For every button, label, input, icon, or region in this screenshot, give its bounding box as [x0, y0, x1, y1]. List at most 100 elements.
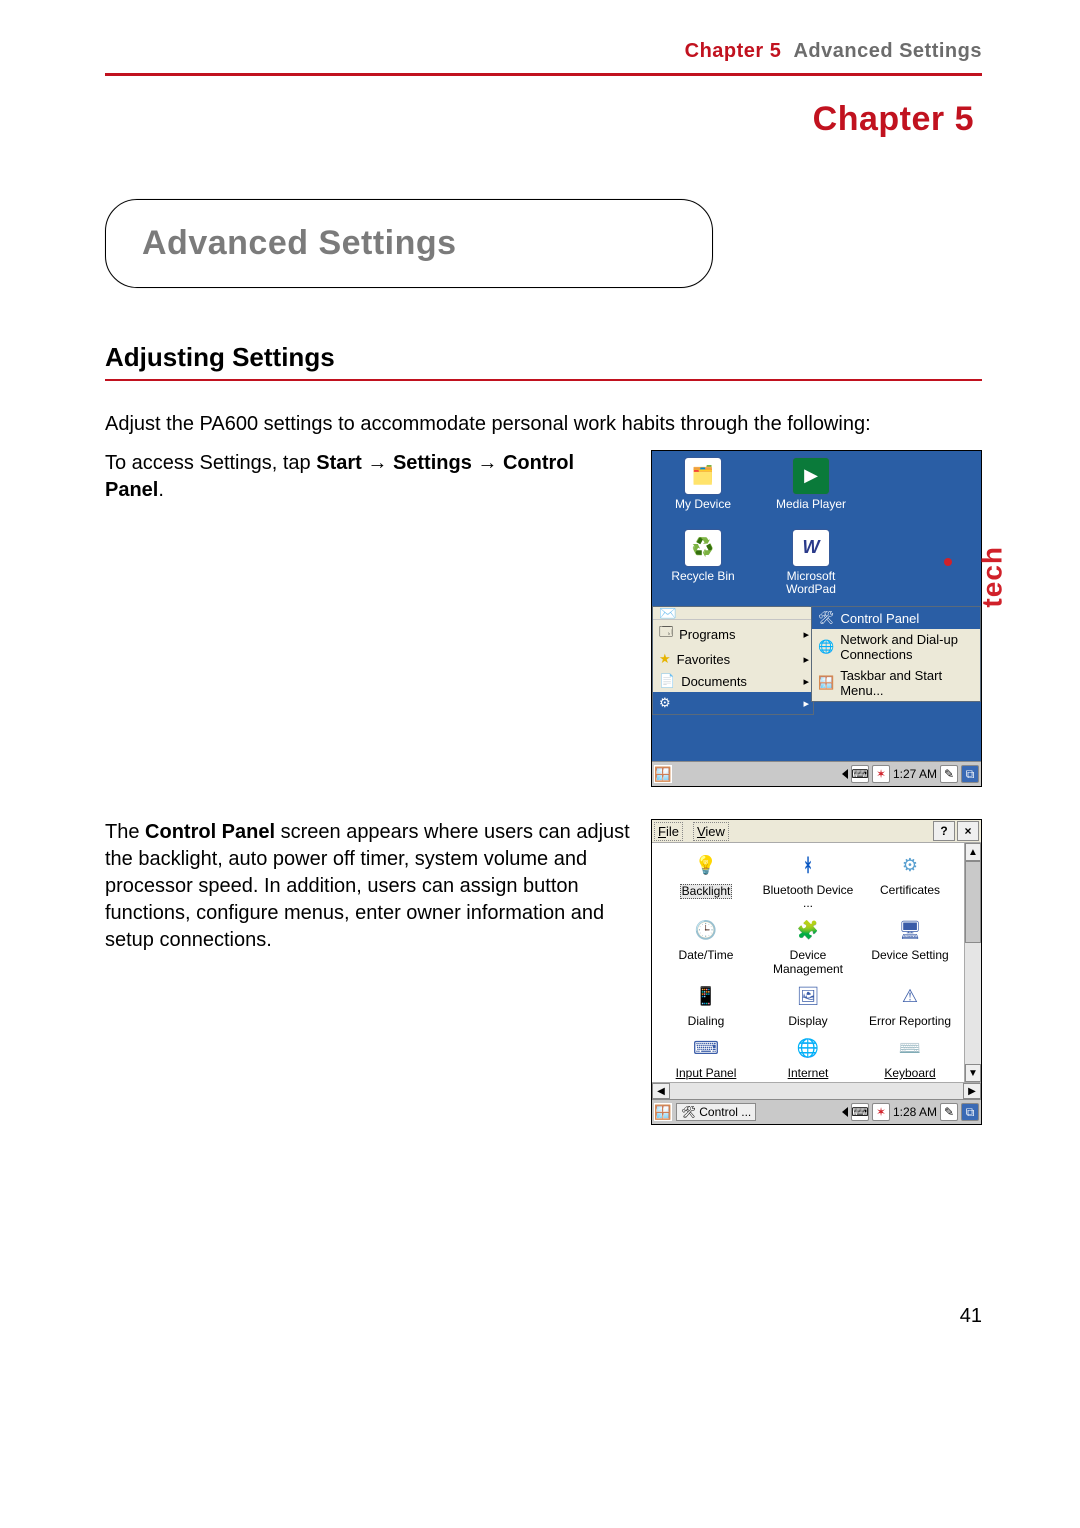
cp-datetime-label: Date/Time	[679, 948, 734, 962]
desktop-wordpad-label: Microsoft WordPad	[766, 570, 856, 596]
tray-keyboard-icon[interactable]: ⌨	[851, 765, 869, 783]
tray-signal-icon[interactable]: ✶	[872, 765, 890, 783]
bluetooth-icon: ᚼ	[791, 851, 825, 881]
cp-certificates[interactable]: ⚙ Certificates	[860, 851, 960, 910]
access-prefix: To access Settings, tap	[105, 452, 316, 474]
cp-device-management-label: Device Management	[773, 948, 843, 975]
chevron-right-icon: ▸	[803, 697, 809, 710]
control-panel-icon: 🛠	[818, 610, 835, 626]
scroll-right-button[interactable]: ▶	[963, 1083, 981, 1099]
tray-sip-icon[interactable]: ✎	[940, 1103, 958, 1121]
tray-desktop-icon[interactable]: ⧉	[961, 765, 979, 783]
start-programs[interactable]: 🗔 Programs ▸	[653, 620, 813, 648]
desktop-media-player-label: Media Player	[766, 498, 856, 511]
start-programs-label: Programs	[679, 627, 735, 642]
certificate-icon: ⚙	[893, 851, 927, 881]
access-arrow1: →	[362, 452, 393, 474]
help-button[interactable]: ?	[933, 821, 955, 841]
error-icon: ⚠	[893, 982, 927, 1012]
cp-input-panel[interactable]: ⌨ Input Panel	[656, 1034, 756, 1080]
folder-icon: 🗂️	[684, 457, 722, 495]
hscroll-track[interactable]	[670, 1083, 963, 1099]
chevron-right-icon: ▸	[803, 675, 809, 688]
device-management-icon: 🧩	[791, 916, 825, 946]
scroll-down-button[interactable]: ▼	[965, 1064, 981, 1082]
cp-display[interactable]: 🖼 Display	[758, 982, 858, 1028]
cp-system-tray: ⌨ ✶ 1:28 AM ✎ ⧉	[842, 1103, 979, 1121]
title-box: Advanced Settings	[105, 199, 713, 288]
cp-backlight-label: Backlight	[680, 884, 733, 899]
play-icon: ▶	[792, 457, 830, 495]
scroll-track[interactable]	[965, 943, 981, 1064]
start-favorites[interactable]: ★ Favorites ▸	[653, 648, 813, 670]
taskbar-time: 1:27 AM	[893, 767, 937, 781]
start-button[interactable]: 🪟	[654, 1103, 672, 1121]
desktop-area: tech 🗂️ My Device ♻️ Recycle Bin	[652, 451, 981, 761]
section-underline	[105, 379, 982, 381]
cp-error-reporting-label: Error Reporting	[869, 1014, 951, 1028]
scroll-left-button[interactable]: ◀	[652, 1083, 670, 1099]
intro-paragraph: Adjust the PA600 settings to accommodate…	[105, 411, 982, 438]
start-settings[interactable]: ⚙ ▸	[653, 692, 813, 714]
tray-sip-icon[interactable]: ✎	[940, 765, 958, 783]
flyout-taskbar[interactable]: 🪟 Taskbar and Start Menu...	[812, 665, 980, 701]
start-button[interactable]: 🪟	[654, 765, 672, 783]
cp-error-reporting[interactable]: ⚠ Error Reporting	[860, 982, 960, 1028]
cp-internet[interactable]: 🌐 Internet	[758, 1034, 858, 1080]
desktop-my-device[interactable]: 🗂️ My Device	[658, 457, 748, 511]
start-documents[interactable]: 📄 Documents ▸	[653, 670, 813, 692]
scroll-up-button[interactable]: ▲	[965, 843, 981, 861]
flyout-control-panel-label: Control Panel	[841, 611, 920, 626]
cp-bluetooth[interactable]: ᚼ Bluetooth Device ...	[758, 851, 858, 910]
flyout-network[interactable]: 🌐 Network and Dial-up Connections	[812, 629, 980, 665]
start-favorites-label: Favorites	[677, 652, 730, 667]
desktop-media-player[interactable]: ▶ Media Player	[766, 457, 856, 511]
control-panel-icon: 🛠	[681, 1105, 696, 1119]
system-tray: ⌨ ✶ 1:27 AM ✎ ⧉	[842, 765, 979, 783]
page-header: Chapter 5 Advanced Settings	[105, 40, 982, 63]
title-box-text: Advanced Settings	[142, 224, 676, 263]
cp-dialing-label: Dialing	[688, 1014, 725, 1028]
cp-backlight[interactable]: 💡 Backlight	[656, 851, 756, 910]
cp-datetime[interactable]: 🕒 Date/Time	[656, 916, 756, 975]
cp-keyboard[interactable]: ⌨️ Keyboard	[860, 1034, 960, 1080]
tray-collapse-icon[interactable]	[842, 1107, 848, 1117]
start-documents-label: Documents	[681, 674, 747, 689]
cp-grid: 💡 Backlight ᚼ Bluetooth Device ... ⚙ Cer…	[652, 843, 964, 1082]
cp-certificates-label: Certificates	[880, 883, 940, 897]
vertical-scrollbar[interactable]: ▲ ▼	[964, 843, 981, 1082]
flyout-control-panel[interactable]: 🛠 Control Panel	[812, 607, 980, 629]
keyboard-icon: ⌨️	[893, 1034, 927, 1064]
desktop-recycle-bin-label: Recycle Bin	[658, 570, 748, 583]
tray-keyboard-icon[interactable]: ⌨	[851, 1103, 869, 1121]
close-button[interactable]: ×	[957, 821, 979, 841]
menu-view[interactable]: View	[693, 822, 729, 841]
tray-collapse-icon[interactable]	[842, 769, 848, 779]
cp-body: 💡 Backlight ᚼ Bluetooth Device ... ⚙ Cer…	[652, 843, 981, 1082]
manual-page: Chapter 5 Advanced Settings Chapter 5 Ad…	[0, 0, 1080, 1368]
screenshot-start-menu: tech 🗂️ My Device ♻️ Recycle Bin	[651, 450, 982, 787]
scroll-thumb[interactable]	[965, 861, 981, 943]
chapter-heading: Chapter 5	[105, 100, 974, 139]
taskbar-icon: 🪟	[818, 675, 834, 691]
wordpad-icon: W	[792, 529, 830, 567]
tray-desktop-icon[interactable]: ⧉	[961, 1103, 979, 1121]
desktop-my-device-label: My Device	[658, 498, 748, 511]
desktop-recycle-bin[interactable]: ♻️ Recycle Bin	[658, 529, 748, 583]
header-chapter-name: Advanced Settings	[793, 40, 982, 62]
cp-device-setting[interactable]: 🖥 Device Setting	[860, 916, 960, 975]
header-rule	[105, 73, 982, 76]
taskbar-app-button[interactable]: 🛠 Control ...	[676, 1103, 756, 1121]
cp-dialing[interactable]: 📱 Dialing	[656, 982, 756, 1028]
chevron-right-icon: ▸	[803, 653, 809, 666]
horizontal-scrollbar[interactable]: ◀ ▶	[652, 1082, 981, 1099]
access-paragraph: To access Settings, tap Start → Settings…	[105, 450, 637, 504]
chevron-right-icon: ▸	[803, 628, 809, 641]
menu-file[interactable]: File	[654, 822, 683, 841]
cp-device-management[interactable]: 🧩 Device Management	[758, 916, 858, 975]
start-menu: ✉️ 🗔 Programs ▸ ★ Favorites ▸	[652, 606, 814, 715]
clock-icon: 🕒	[689, 916, 723, 946]
tray-signal-icon[interactable]: ✶	[872, 1103, 890, 1121]
desktop-wordpad[interactable]: W Microsoft WordPad	[766, 529, 856, 596]
brand-text: tech	[977, 546, 1009, 608]
